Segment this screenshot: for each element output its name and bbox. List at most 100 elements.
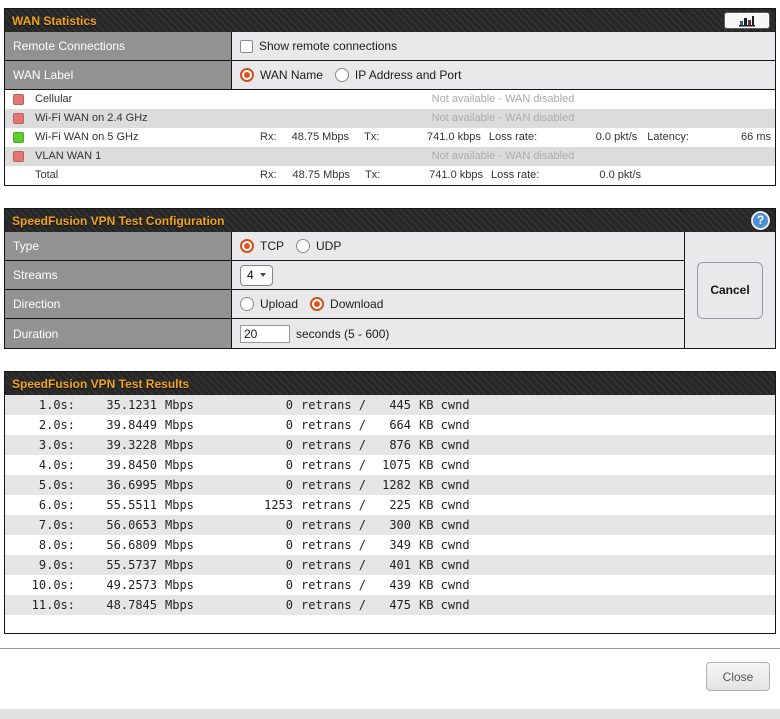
result-retrans: 0 <box>207 555 293 575</box>
results-title: SpeedFusion VPN Test Results <box>12 377 189 391</box>
wan-statistics-title: WAN Statistics <box>12 14 97 28</box>
result-retrans: 0 <box>207 395 293 415</box>
result-throughput-unit: Mbps <box>165 515 207 535</box>
udp-radio[interactable] <box>296 239 310 253</box>
result-throughput: 56.6809 <box>75 535 157 555</box>
result-throughput: 56.0653 <box>75 515 157 535</box>
config-fields: Type TCP UDP Streams 4 Direct <box>5 232 684 348</box>
result-retrans-unit: retrans / <box>301 475 371 495</box>
result-time: 5.0s: <box>5 475 75 495</box>
ip-address-port-radio[interactable] <box>335 68 349 82</box>
wan-statistics-header: WAN Statistics <box>5 9 775 32</box>
tx-value: 741.0 kbps <box>394 128 481 147</box>
tcp-radio[interactable] <box>240 239 254 253</box>
result-cwnd-unit: KB cwnd <box>419 435 470 455</box>
result-throughput: 36.6995 <box>75 475 157 495</box>
results-header: SpeedFusion VPN Test Results <box>5 372 775 395</box>
close-button[interactable]: Close <box>706 662 770 691</box>
wan-row: Wi-Fi WAN on 2.4 GHz Not available - WAN… <box>5 109 775 128</box>
speedfusion-test-configuration-panel: SpeedFusion VPN Test Configuration ? Typ… <box>4 208 776 349</box>
result-throughput-unit: Mbps <box>165 495 207 515</box>
result-throughput: 49.2573 <box>75 575 157 595</box>
result-row: 2.0s: 39.8449 Mbps 0 retrans / 664 KB cw… <box>5 415 775 435</box>
wan-name: Wi-Fi WAN on 5 GHz <box>35 128 139 147</box>
tx-label: Tx: <box>365 166 395 185</box>
result-throughput-unit: Mbps <box>165 435 207 455</box>
wan-status-text: Not available - WAN disabled <box>235 147 771 166</box>
result-retrans: 0 <box>207 475 293 495</box>
result-row: 7.0s: 56.0653 Mbps 0 retrans / 300 KB cw… <box>5 515 775 535</box>
result-retrans: 0 <box>207 575 293 595</box>
tcp-radio-label: TCP <box>260 239 284 253</box>
result-row: 3.0s: 39.3228 Mbps 0 retrans / 876 KB cw… <box>5 435 775 455</box>
wan-status-text: Not available - WAN disabled <box>235 90 771 109</box>
result-throughput: 39.3228 <box>75 435 157 455</box>
result-cwnd-unit: KB cwnd <box>419 595 470 615</box>
result-time: 3.0s: <box>5 435 75 455</box>
result-throughput-unit: Mbps <box>165 395 207 415</box>
direction-value: Upload Download <box>232 290 684 318</box>
result-cwnd: 300 <box>371 515 411 535</box>
result-throughput: 39.8449 <box>75 415 157 435</box>
result-time: 8.0s: <box>5 535 75 555</box>
rx-value: 48.75 Mbps <box>290 166 350 185</box>
config-header: SpeedFusion VPN Test Configuration ? <box>5 209 775 232</box>
loss-rate-label: Loss rate: <box>491 166 553 185</box>
result-throughput-unit: Mbps <box>165 415 207 435</box>
upload-radio[interactable] <box>240 297 254 311</box>
result-throughput-unit: Mbps <box>165 535 207 555</box>
result-time: 11.0s: <box>5 595 75 615</box>
result-retrans-unit: retrans / <box>301 455 371 475</box>
results-list: 1.0s: 35.1231 Mbps 0 retrans / 445 KB cw… <box>5 395 775 615</box>
wan-statistics-panel: WAN Statistics Remote Connections Show r… <box>4 8 776 186</box>
result-retrans-unit: retrans / <box>301 515 371 535</box>
config-button-column: Cancel <box>684 232 775 348</box>
result-cwnd-unit: KB cwnd <box>419 555 470 575</box>
help-icon[interactable]: ? <box>751 211 770 230</box>
result-throughput: 35.1231 <box>75 395 157 415</box>
result-time: 2.0s: <box>5 415 75 435</box>
remote-connections-value: Show remote connections <box>232 32 775 60</box>
wan-status-led <box>13 151 24 162</box>
show-remote-connections-checkbox[interactable] <box>240 40 253 53</box>
result-cwnd: 445 <box>371 395 411 415</box>
result-row: 10.0s: 49.2573 Mbps 0 retrans / 439 KB c… <box>5 575 775 595</box>
loss-rate-label: Loss rate: <box>489 128 550 147</box>
wan-status-led <box>13 113 24 124</box>
wan-name-radio-label: WAN Name <box>260 68 323 82</box>
udp-radio-label: UDP <box>316 239 341 253</box>
result-row: 11.0s: 48.7845 Mbps 0 retrans / 475 KB c… <box>5 595 775 615</box>
result-cwnd: 225 <box>371 495 411 515</box>
result-cwnd: 1075 <box>371 455 411 475</box>
result-retrans: 0 <box>207 535 293 555</box>
wan-label-label: WAN Label <box>5 61 232 89</box>
result-row: 8.0s: 56.6809 Mbps 0 retrans / 349 KB cw… <box>5 535 775 555</box>
result-cwnd: 664 <box>371 415 411 435</box>
result-throughput: 39.8450 <box>75 455 157 475</box>
download-radio[interactable] <box>310 297 324 311</box>
wan-stats: Rx: 48.75 Mbps Tx: 741.0 kbps Loss rate:… <box>235 128 771 147</box>
result-retrans-unit: retrans / <box>301 575 371 595</box>
duration-input[interactable] <box>240 325 290 343</box>
streams-selected-value: 4 <box>247 268 254 282</box>
result-cwnd: 439 <box>371 575 411 595</box>
wan-status-led <box>13 94 24 105</box>
result-row: 9.0s: 55.5737 Mbps 0 retrans / 401 KB cw… <box>5 555 775 575</box>
config-title: SpeedFusion VPN Test Configuration <box>12 214 224 228</box>
usage-chart-button[interactable] <box>724 12 770 29</box>
wan-name: Total <box>35 166 58 185</box>
streams-value: 4 <box>232 261 684 289</box>
cancel-button[interactable]: Cancel <box>697 262 763 319</box>
result-retrans: 0 <box>207 415 293 435</box>
result-cwnd-unit: KB cwnd <box>419 395 470 415</box>
wan-name-radio[interactable] <box>240 68 254 82</box>
result-retrans: 0 <box>207 435 293 455</box>
result-cwnd: 876 <box>371 435 411 455</box>
streams-select[interactable]: 4 <box>240 265 273 286</box>
rx-value: 48.75 Mbps <box>290 128 349 147</box>
result-time: 4.0s: <box>5 455 75 475</box>
ip-address-port-radio-label: IP Address and Port <box>355 68 462 82</box>
result-throughput: 48.7845 <box>75 595 157 615</box>
result-retrans-unit: retrans / <box>301 555 371 575</box>
wan-name: VLAN WAN 1 <box>35 147 101 166</box>
